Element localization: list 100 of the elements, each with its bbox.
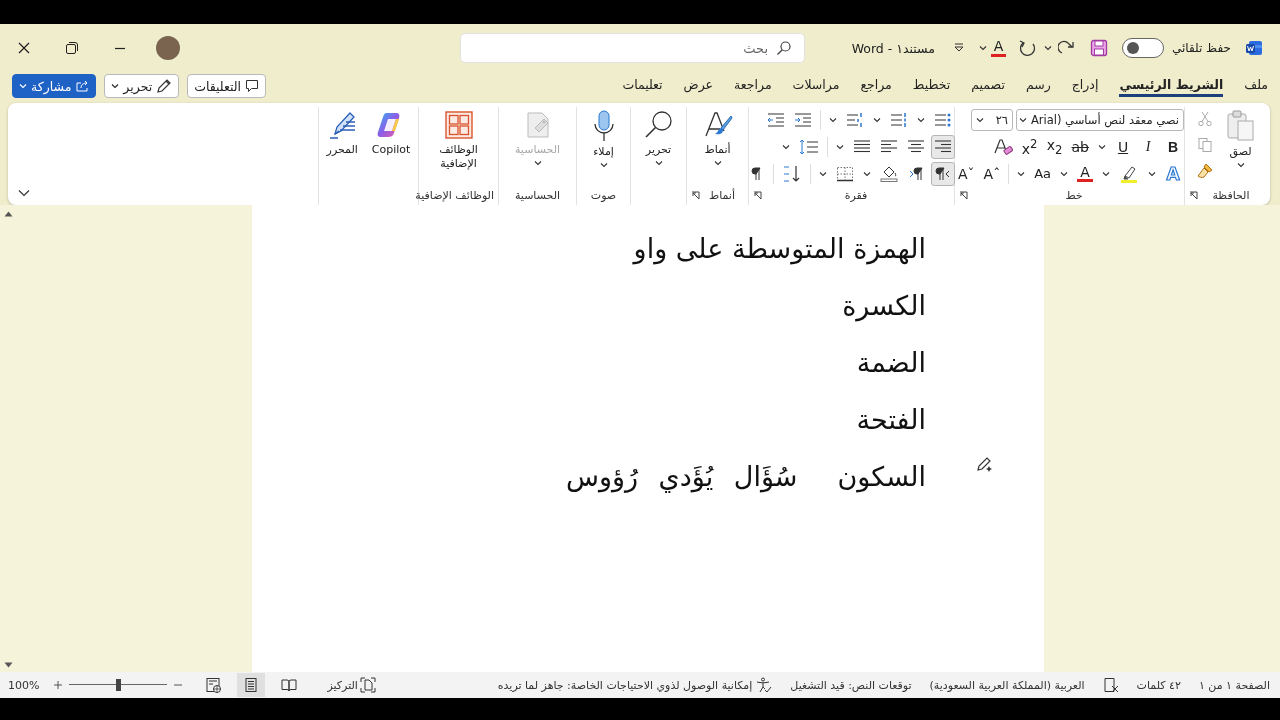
font-color-button[interactable]: A bbox=[990, 39, 1006, 57]
ribbon-tab[interactable]: مراجع bbox=[860, 75, 892, 97]
document-line: الكسرة bbox=[842, 289, 926, 324]
microphone-icon bbox=[591, 110, 616, 142]
caret-icon bbox=[873, 116, 881, 123]
group-label: صوت bbox=[589, 188, 618, 202]
customize-icon bbox=[952, 42, 965, 54]
add-ins-button[interactable]: الوظائف الإضافية bbox=[424, 107, 493, 185]
undo-menu-button[interactable] bbox=[1043, 45, 1052, 51]
word-logo-icon bbox=[1245, 40, 1263, 56]
caret-icon bbox=[829, 116, 837, 123]
text-predictions-status[interactable]: توقعات النص: قيد التشغيل bbox=[790, 678, 912, 692]
caret-icon bbox=[863, 170, 871, 177]
ribbon-tab[interactable]: رسم bbox=[1025, 75, 1051, 97]
search-icon bbox=[643, 110, 674, 140]
dialog-launcher-icon[interactable] bbox=[691, 190, 700, 200]
ribbon-tab[interactable]: تعليمات bbox=[622, 75, 663, 97]
rtl-paragraph-button[interactable] bbox=[931, 161, 955, 186]
print-view-button[interactable] bbox=[237, 673, 266, 697]
add-ins-icon bbox=[443, 110, 474, 140]
caret-icon bbox=[1148, 170, 1156, 177]
underline-button[interactable]: U bbox=[1112, 134, 1134, 159]
zoom-thumb[interactable] bbox=[116, 679, 122, 691]
search-field[interactable]: بحث bbox=[460, 33, 805, 63]
close-icon bbox=[17, 41, 31, 55]
accessibility-button[interactable]: إمكانية الوصول لذوي الاحتياجات الخاصة: جاهز لما تريده bbox=[497, 677, 773, 693]
word-count[interactable]: ٤٢ كلمات bbox=[1136, 678, 1181, 692]
find-editing-button[interactable]: تحرير bbox=[639, 107, 678, 185]
ribbon-tab[interactable]: إدراج bbox=[1071, 75, 1099, 97]
font-name-field[interactable]: نصي معقد لنص أساسي (Arial bbox=[1016, 108, 1184, 131]
editing-mode-button[interactable]: تحرير bbox=[104, 74, 180, 98]
ribbon-tab[interactable]: الشريط الرئيسي bbox=[1119, 75, 1224, 97]
collapse-ribbon-button[interactable] bbox=[18, 189, 30, 197]
comments-button[interactable]: التعليقات bbox=[187, 74, 267, 98]
group-label: الوظائف الإضافية bbox=[415, 188, 494, 202]
case-button[interactable]: Aa bbox=[1031, 161, 1054, 186]
styles-button[interactable]: أنماط bbox=[698, 107, 737, 185]
italic-button[interactable]: I bbox=[1137, 134, 1159, 159]
ribbon-tab[interactable]: مراسلات bbox=[792, 75, 840, 97]
caret-icon bbox=[19, 83, 27, 89]
group-label: فقرة bbox=[843, 189, 869, 202]
dialog-launcher-icon[interactable] bbox=[1189, 190, 1198, 200]
scroll-up-button[interactable] bbox=[3, 211, 13, 217]
shrink-button[interactable]: Aˇ bbox=[955, 161, 978, 186]
group-label: الحساسية bbox=[513, 188, 562, 202]
share-button[interactable]: مشاركة bbox=[12, 74, 97, 98]
focus-button[interactable]: التركيز bbox=[327, 677, 376, 693]
caret-icon bbox=[1236, 162, 1245, 168]
dictate-button[interactable]: إملاء bbox=[587, 107, 620, 185]
language-status[interactable]: العربية (المملكة العربية السعودية) bbox=[929, 678, 1085, 692]
strike-button[interactable]: ab bbox=[1068, 134, 1092, 159]
restore-icon bbox=[65, 41, 79, 55]
copilot-button[interactable]: Copilot bbox=[367, 107, 415, 185]
caret-icon bbox=[1018, 116, 1027, 123]
grow-button[interactable]: Aˆ bbox=[980, 161, 1004, 186]
font-color-menu-button[interactable] bbox=[978, 45, 987, 51]
profile-avatar[interactable] bbox=[156, 36, 180, 60]
bold-button[interactable]: B bbox=[1162, 134, 1184, 159]
scissors-icon bbox=[1196, 111, 1213, 127]
editor-button[interactable]: المحرر bbox=[322, 107, 362, 185]
clear-formatting-icon bbox=[992, 137, 1013, 156]
scroll-down-button[interactable] bbox=[3, 662, 13, 668]
caret-icon bbox=[1043, 45, 1052, 51]
read-view-icon bbox=[281, 677, 298, 693]
autosave-toggle[interactable] bbox=[1121, 38, 1164, 58]
search-icon bbox=[776, 40, 792, 56]
font-color-button[interactable]: A bbox=[1074, 161, 1096, 186]
superscript-button[interactable]: x$^{2}$ bbox=[1018, 134, 1041, 159]
comment-icon bbox=[245, 79, 260, 93]
zoom-in-button[interactable] bbox=[53, 680, 64, 690]
rewrite-pen-icon[interactable] bbox=[975, 455, 993, 473]
paint-bucket-icon bbox=[880, 165, 898, 182]
copy-icon bbox=[1196, 137, 1213, 153]
customize-toolbar-button[interactable] bbox=[952, 42, 965, 54]
accessibility-icon bbox=[756, 677, 773, 693]
subscript-button[interactable]: x$_{2}$ bbox=[1043, 134, 1066, 159]
rtl-paragraph-icon bbox=[934, 165, 952, 182]
caret-icon bbox=[1098, 143, 1106, 150]
document-line: الضمة bbox=[856, 346, 926, 380]
dialog-launcher-icon[interactable] bbox=[959, 191, 968, 200]
redo-button[interactable] bbox=[1017, 38, 1038, 58]
zoom-slider[interactable] bbox=[69, 678, 168, 692]
caret-icon bbox=[819, 170, 827, 177]
clipboard-icon bbox=[1225, 110, 1256, 142]
paste-button[interactable]: لصق bbox=[1221, 107, 1260, 185]
ribbon-tab[interactable]: عرض bbox=[683, 75, 714, 97]
dialog-launcher-icon[interactable] bbox=[753, 191, 762, 200]
caret-icon bbox=[976, 116, 984, 123]
ribbon-tab[interactable]: تصميم bbox=[971, 75, 1005, 97]
font-size-field[interactable]: ٢٦ bbox=[971, 108, 1013, 131]
ribbon-tab[interactable]: تخطيط bbox=[912, 75, 951, 97]
save-button[interactable] bbox=[1089, 39, 1108, 57]
effect-button[interactable]: A bbox=[1162, 161, 1184, 186]
caret-icon bbox=[111, 83, 120, 89]
align-right-button[interactable] bbox=[931, 134, 955, 159]
ribbon-tab[interactable]: ملف bbox=[1244, 75, 1268, 97]
caret-icon bbox=[917, 116, 925, 123]
ribbon-tab[interactable]: مراجعة bbox=[734, 75, 772, 97]
proofing-button[interactable] bbox=[1102, 677, 1119, 693]
document-line: الهمزة المتوسطة على واو bbox=[633, 232, 926, 267]
